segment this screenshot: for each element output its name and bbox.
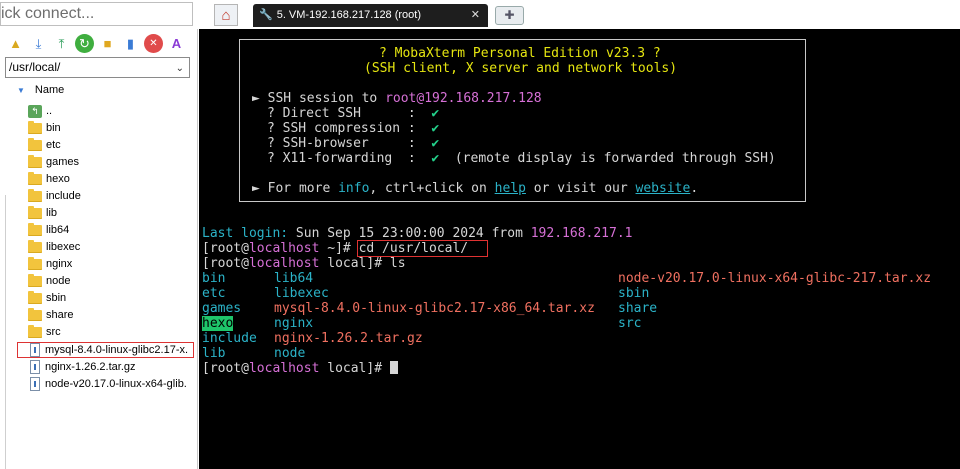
folder-icon <box>28 256 42 270</box>
folder-icon <box>28 324 42 338</box>
sort-triangle-icon: ▼ <box>17 86 25 95</box>
folder-icon <box>28 120 42 134</box>
archive-file-icon <box>30 360 40 374</box>
tree-divider <box>5 195 6 469</box>
highlight-box <box>357 240 488 257</box>
list-item[interactable]: node <box>28 273 70 289</box>
help-link[interactable]: help <box>495 181 526 196</box>
path-value: /usr/local/ <box>9 60 61 74</box>
highlight-box <box>17 342 194 358</box>
list-item[interactable]: lib64 <box>28 222 69 238</box>
ls-entry: include <box>202 331 257 346</box>
folder-icon <box>28 205 42 219</box>
chevron-down-icon[interactable]: ⌄ <box>176 59 184 78</box>
archive-file-icon <box>30 377 40 391</box>
close-tab-icon[interactable]: ✕ <box>471 4 480 27</box>
plus-icon: ✚ <box>504 8 515 22</box>
list-item[interactable]: games <box>28 154 79 170</box>
ls-entry: libexec <box>274 286 329 301</box>
banner-subtitle: (SSH client, X server and network tools) <box>364 61 678 76</box>
folder-icon <box>28 222 42 236</box>
check-icon: ✔ <box>431 106 440 121</box>
quick-connect-input[interactable]: ick connect... <box>0 2 193 26</box>
check-icon: ✔ <box>431 121 440 136</box>
download-icon[interactable]: ⤓ <box>29 34 48 53</box>
new-tab-button[interactable]: ✚ <box>495 6 524 25</box>
file-toolbar: ▲ ⤓ ⤒ ↻ ■ ▮ ✕ A <box>6 34 186 54</box>
list-item[interactable]: include <box>28 188 81 204</box>
delete-icon[interactable]: ✕ <box>144 34 163 53</box>
list-item[interactable]: src <box>28 324 61 340</box>
ls-entry: lib <box>202 346 226 361</box>
folder-icon <box>28 239 42 253</box>
folder-icon <box>28 307 42 321</box>
list-item[interactable]: etc <box>28 137 61 153</box>
path-selector[interactable]: /usr/local/ ⌄ <box>5 57 190 78</box>
ssh-option: ? X11-forwarding : ✔ (remote display is … <box>267 151 776 166</box>
check-icon: ✔ <box>431 136 440 151</box>
folder-icon <box>28 273 42 287</box>
new-folder-icon[interactable]: ■ <box>98 34 117 53</box>
list-item[interactable]: ↰.. <box>28 103 52 119</box>
parent-folder-icon: ↰ <box>28 104 42 118</box>
prompt-line: [root@localhost local]# ls <box>202 256 406 271</box>
ls-entry: nginx <box>274 316 314 331</box>
ls-entry-highlighted: hexo <box>202 316 234 331</box>
terminal[interactable]: ? MobaXterm Personal Edition v23.3 ? (SS… <box>199 29 960 469</box>
list-item[interactable]: sbin <box>28 290 66 306</box>
ls-entry: src <box>618 316 642 331</box>
list-item[interactable]: bin <box>28 120 61 136</box>
ls-entry: bin <box>202 271 226 286</box>
rename-icon[interactable]: A <box>167 34 186 53</box>
website-link[interactable]: website <box>636 181 691 196</box>
folder-icon <box>28 171 42 185</box>
ls-entry: node-v20.17.0-linux-x64-glibc-217.tar.xz <box>618 271 932 286</box>
ssh-session-line: ► SSH session to root@192.168.217.128 <box>252 91 542 106</box>
text-cursor <box>389 361 398 374</box>
folder-icon <box>28 137 42 151</box>
ls-entry: share <box>618 301 658 316</box>
column-header-name[interactable]: ▼ Name <box>17 84 64 96</box>
ssh-option: ? SSH-browser : ✔ <box>267 136 440 151</box>
ls-entry: lib64 <box>274 271 314 286</box>
ls-entry: sbin <box>618 286 650 301</box>
wrench-icon: 🔧 <box>259 9 273 21</box>
last-login-line: Last login: Sun Sep 15 23:00:00 2024 fro… <box>202 226 633 241</box>
home-tab-button[interactable]: ⌂ <box>214 4 238 26</box>
list-item[interactable]: libexec <box>28 239 80 255</box>
list-item[interactable]: lib <box>28 205 57 221</box>
upload-icon[interactable]: ⤒ <box>52 34 71 53</box>
list-item[interactable]: node-v20.17.0-linux-x64-glib. <box>28 376 187 392</box>
list-item[interactable]: nginx-1.26.2.tar.gz <box>28 359 136 375</box>
ls-entry: node <box>274 346 306 361</box>
folder-up-icon[interactable]: ▲ <box>6 34 25 53</box>
info-line: ► For more info, ctrl+click on help or v… <box>252 181 699 196</box>
home-icon: ⌂ <box>221 6 231 24</box>
file-browser-sidebar: ick connect... ▲ ⤓ ⤒ ↻ ■ ▮ ✕ A /usr/loca… <box>0 0 198 469</box>
ssh-option: ? SSH compression : ✔ <box>267 121 440 136</box>
folder-icon <box>28 154 42 168</box>
folder-icon <box>28 290 42 304</box>
list-item[interactable]: share <box>28 307 74 323</box>
folder-icon <box>28 188 42 202</box>
list-item[interactable]: hexo <box>28 171 70 187</box>
prompt-line: [root@localhost local]# <box>202 361 398 376</box>
ls-entry: games <box>202 301 242 316</box>
ls-entry: mysql-8.4.0-linux-glibc2.17-x86_64.tar.x… <box>274 301 595 316</box>
list-item[interactable]: nginx <box>28 256 72 272</box>
session-tab[interactable]: 🔧 5. VM-192.168.217.128 (root) ✕ <box>253 4 488 27</box>
ls-entry: etc <box>202 286 226 301</box>
ssh-option: ? Direct SSH : ✔ <box>267 106 440 121</box>
info-link[interactable]: info <box>338 181 369 196</box>
banner-title: ? MobaXterm Personal Edition v23.3 ? <box>379 46 661 61</box>
new-file-icon[interactable]: ▮ <box>121 34 140 53</box>
ls-entry: nginx-1.26.2.tar.gz <box>274 331 423 346</box>
refresh-icon[interactable]: ↻ <box>75 34 94 53</box>
